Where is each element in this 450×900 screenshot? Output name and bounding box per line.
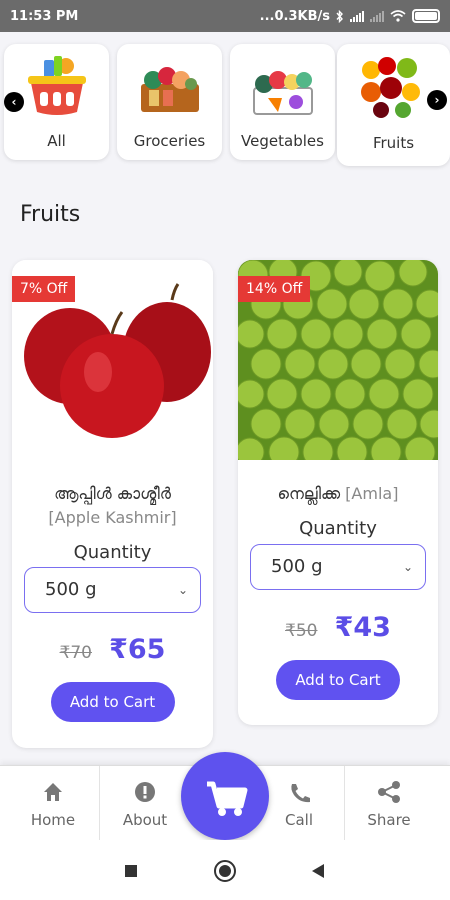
- cart-fab-button[interactable]: [181, 752, 269, 840]
- quantity-value: 500 g: [45, 579, 97, 600]
- category-label: Vegetables: [241, 132, 324, 150]
- product-name: നെല്ലിക്ക [Amla]: [238, 482, 438, 506]
- quantity-select[interactable]: 500 g ⌄: [24, 567, 201, 613]
- back-icon[interactable]: [312, 864, 324, 878]
- category-carousel[interactable]: All Groceries Vegetables Fruits ‹ ›: [0, 44, 450, 169]
- carousel-prev-icon[interactable]: ‹: [4, 92, 24, 112]
- section-title: Fruits: [20, 202, 81, 227]
- basket-icon: [28, 56, 86, 115]
- nav-label: Home: [30, 811, 76, 829]
- quantity-label: Quantity: [73, 542, 152, 563]
- carousel-next-icon[interactable]: ›: [427, 90, 447, 110]
- signal-icon: [350, 10, 364, 22]
- quantity-value: 500 g: [271, 556, 323, 577]
- recents-icon[interactable]: [125, 865, 137, 877]
- home-icon: [44, 783, 62, 801]
- nav-label: Share: [367, 811, 411, 829]
- home-circle-icon[interactable]: [214, 860, 236, 882]
- product-card: 14% Off നെല്ലിക്ക [Amla] Quantity 500 g …: [238, 260, 438, 725]
- nav-share[interactable]: Share: [340, 766, 438, 841]
- nav-label: About: [122, 811, 168, 829]
- groceries-icon: [141, 67, 199, 112]
- signal-secondary-icon: [370, 10, 384, 22]
- category-vegetables[interactable]: Vegetables: [230, 44, 335, 160]
- old-price: ₹70: [59, 643, 92, 663]
- fruits-icon: [361, 57, 420, 118]
- price-row: ₹50 ₹43: [238, 612, 438, 643]
- nav-home[interactable]: Home: [4, 766, 102, 841]
- add-to-cart-button[interactable]: Add to Cart: [50, 682, 175, 722]
- price-row: ₹70 ₹65: [12, 634, 213, 665]
- old-price: ₹50: [285, 621, 318, 641]
- wifi-icon: [390, 10, 406, 22]
- share-icon: [378, 781, 400, 803]
- product-name-english: [Amla]: [345, 484, 399, 503]
- network-speed: ...0.3KB/s: [259, 8, 330, 24]
- status-indicators: ...0.3KB/s: [260, 9, 440, 24]
- new-price: ₹65: [109, 634, 166, 665]
- cart-icon: [207, 781, 248, 816]
- product-name-local: നെല്ലിക്ക: [277, 484, 341, 503]
- product-name: ആപ്പിൾ കാശ്മീർ [Apple Kashmir]: [12, 482, 213, 530]
- product-card: 7% Off ആപ്പിൾ കാശ്മീർ [Apple Kashmir] Qu…: [12, 260, 213, 748]
- product-name-local: ആപ്പിൾ കാശ്മീർ: [54, 484, 171, 503]
- status-time: 11:53 PM: [10, 8, 79, 24]
- battery-icon: [412, 9, 440, 23]
- new-price: ₹43: [334, 612, 391, 643]
- vegetables-icon: [253, 71, 313, 115]
- product-name-english: [Apple Kashmir]: [48, 508, 177, 527]
- nav-about[interactable]: About: [96, 766, 194, 841]
- chevron-down-icon: ⌄: [402, 560, 413, 574]
- discount-badge: 14% Off: [238, 276, 311, 302]
- add-to-cart-button[interactable]: Add to Cart: [276, 660, 400, 700]
- quantity-label: Quantity: [299, 518, 377, 539]
- bluetooth-icon: [336, 9, 343, 23]
- quantity-select[interactable]: 500 g ⌄: [250, 544, 426, 590]
- info-icon: [135, 782, 155, 802]
- category-label: Fruits: [372, 134, 415, 152]
- chevron-down-icon: ⌄: [177, 583, 188, 597]
- category-label: All: [47, 132, 66, 150]
- category-groceries[interactable]: Groceries: [117, 44, 222, 160]
- discount-badge: 7% Off: [12, 276, 76, 302]
- system-navigation-bar: [0, 840, 450, 900]
- category-label: Groceries: [133, 132, 206, 150]
- status-bar: 11:53 PM ...0.3KB/s: [0, 0, 450, 32]
